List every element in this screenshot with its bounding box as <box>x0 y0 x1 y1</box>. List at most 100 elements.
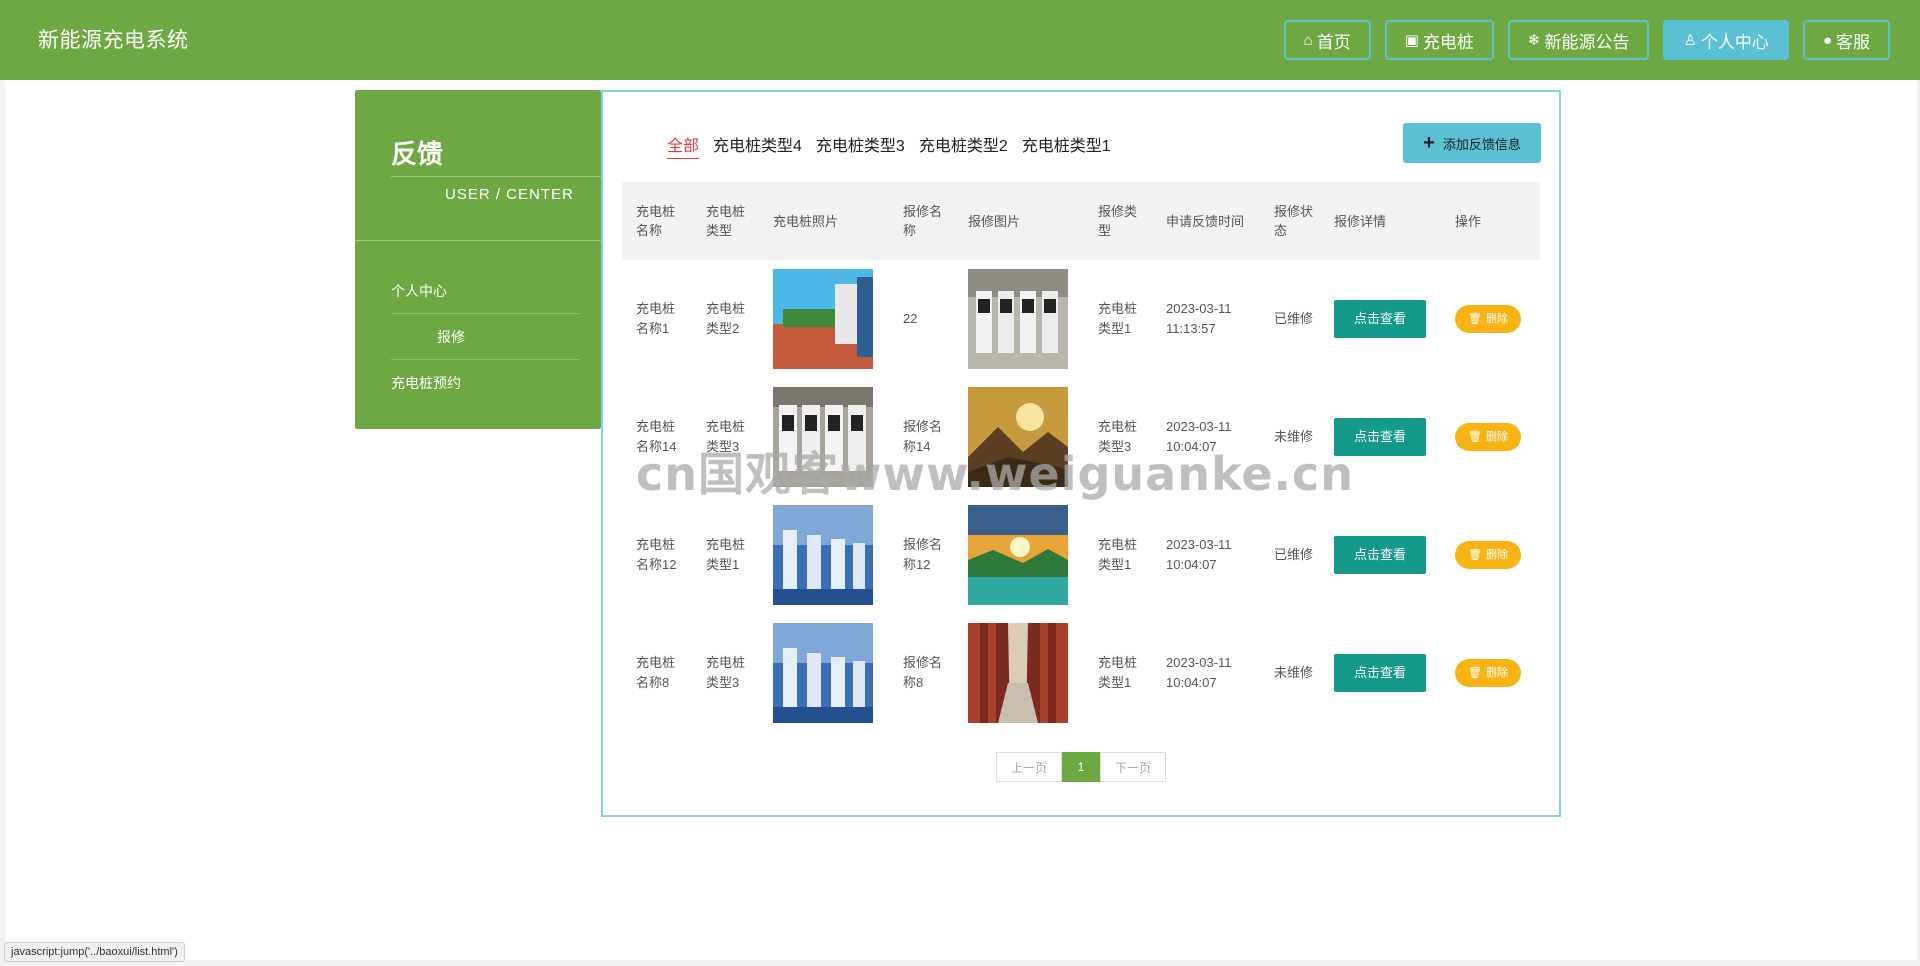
sidebar-title: 反馈 <box>391 139 444 169</box>
cell-pile-name: 充电桩名称14 <box>636 419 677 454</box>
current-page-button[interactable]: 1 <box>1062 752 1100 782</box>
cell-pile-photo <box>759 378 889 496</box>
column-header: 充电桩名称 <box>622 182 692 260</box>
delete-label: 删除 <box>1485 431 1508 443</box>
wechat-icon: ● <box>1822 31 1832 49</box>
nav-announcement-label: 新能源公告 <box>1544 32 1630 52</box>
nav-home-label: 首页 <box>1316 32 1351 52</box>
cell-time: 2023-03-11 10:04:07 <box>1166 537 1232 572</box>
nav-announcement-button[interactable]: ❄ 新能源公告 <box>1507 20 1650 60</box>
lake-sunrise-photo[interactable] <box>968 505 1068 605</box>
mountain-sunset-photo[interactable] <box>968 387 1068 487</box>
view-detail-button[interactable]: 点击查看 <box>1334 418 1426 456</box>
cell-repair-type: 充电桩类型3 <box>1098 419 1138 454</box>
plus-icon: + <box>1423 131 1435 154</box>
trash-icon: 🗑 <box>1468 667 1482 679</box>
column-header: 操作 <box>1441 182 1540 260</box>
nav-charging-pile-button[interactable]: ▣ 充电桩 <box>1384 20 1494 60</box>
cell-pile-type: 充电桩类型3 <box>706 655 746 690</box>
cell-status: 已维修 <box>1274 547 1314 562</box>
filter-tab-type4[interactable]: 充电桩类型4 <box>713 132 802 159</box>
sidebar-menu: 个人中心 报修 充电桩预约 <box>391 268 579 406</box>
cell-repair-image <box>954 614 1084 732</box>
cell-repair-name: 报修名称14 <box>903 419 943 454</box>
next-page-button[interactable]: 下一页 <box>1100 752 1166 782</box>
charging-station-outdoor-photo[interactable] <box>773 269 873 369</box>
column-header: 报修类型 <box>1084 182 1152 260</box>
nav-home-button[interactable]: ⌂ 首页 <box>1283 20 1371 60</box>
trash-icon: 🗑 <box>1468 549 1482 561</box>
charging-station-indoor-photo[interactable] <box>968 269 1068 369</box>
sidebar-item-reservation[interactable]: 充电桩预约 <box>391 360 579 406</box>
filter-tab-type3[interactable]: 充电桩类型3 <box>816 132 905 159</box>
trash-icon: 🗑 <box>1468 313 1482 325</box>
table-row: 充电桩名称1 充电桩类型2 22 充电桩类型1 2023-03-11 11:13… <box>622 260 1540 378</box>
pagination: 上一页 1 下一页 <box>996 752 1166 782</box>
brand-title[interactable]: 新能源充电系统 <box>38 24 189 54</box>
cell-detail: 点击查看 <box>1320 614 1441 732</box>
charging-station-indoor-photo[interactable] <box>773 387 873 487</box>
cell-detail: 点击查看 <box>1320 378 1441 496</box>
cell-pile-photo <box>759 614 889 732</box>
table-row: 充电桩名称12 充电桩类型1 报修名称12 充电桩类型1 2023-03-11 … <box>622 496 1540 614</box>
filter-tabs: 全部 充电桩类型4 充电桩类型3 充电桩类型2 充电桩类型1 <box>667 132 1111 159</box>
cell-detail: 点击查看 <box>1320 496 1441 614</box>
delete-button[interactable]: 🗑 删除 <box>1455 659 1521 687</box>
column-header: 申请反馈时间 <box>1152 182 1260 260</box>
main-nav: ⌂ 首页 ▣ 充电桩 ❄ 新能源公告 ♙ 个人中心 ● 客服 <box>1283 20 1890 60</box>
user-icon: ♙ <box>1683 32 1697 49</box>
cell-time: 2023-03-11 10:04:07 <box>1166 419 1232 454</box>
delete-label: 删除 <box>1485 667 1508 679</box>
view-detail-button[interactable]: 点击查看 <box>1334 536 1426 574</box>
cell-pile-type: 充电桩类型3 <box>706 419 746 454</box>
view-detail-button[interactable]: 点击查看 <box>1334 654 1426 692</box>
sidebar: 反馈 USER / CENTER 个人中心 报修 充电桩预约 <box>355 90 601 429</box>
cell-repair-name: 报修名称8 <box>903 655 943 690</box>
add-feedback-label: 添加反馈信息 <box>1442 136 1521 152</box>
column-header: 报修名称 <box>889 182 954 260</box>
red-corridor-photo[interactable] <box>968 623 1068 723</box>
home-icon: ⌂ <box>1303 31 1313 49</box>
sidebar-subtitle: USER / CENTER <box>445 186 574 203</box>
sidebar-item-user-center[interactable]: 个人中心 <box>391 268 579 314</box>
browser-status-bar: javascript:jump('../baoxui/list.html') <box>4 942 185 962</box>
cell-time: 2023-03-11 10:04:07 <box>1166 655 1232 690</box>
cell-pile-photo <box>759 496 889 614</box>
sidebar-item-repair[interactable]: 报修 <box>391 314 579 360</box>
cell-action: 🗑 删除 <box>1441 378 1540 496</box>
column-header: 充电桩照片 <box>759 182 889 260</box>
cell-status: 未维修 <box>1274 665 1314 680</box>
top-navbar: 新能源充电系统 ⌂ 首页 ▣ 充电桩 ❄ 新能源公告 ♙ 个人中心 ● 客服 <box>0 0 1920 80</box>
add-feedback-button[interactable]: + 添加反馈信息 <box>1403 123 1541 163</box>
cell-status: 未维修 <box>1274 429 1314 444</box>
delete-button[interactable]: 🗑 删除 <box>1455 423 1521 451</box>
view-detail-button[interactable]: 点击查看 <box>1334 300 1426 338</box>
nav-user-center-label: 个人中心 <box>1700 32 1769 52</box>
cell-time: 2023-03-11 11:13:57 <box>1166 301 1232 336</box>
filter-tab-all[interactable]: 全部 <box>667 132 700 159</box>
cell-pile-type: 充电桩类型1 <box>706 537 746 572</box>
nav-customer-service-label: 客服 <box>1836 32 1870 52</box>
cell-status: 已维修 <box>1274 311 1314 326</box>
cell-pile-name: 充电桩名称12 <box>636 537 677 572</box>
cell-repair-name: 22 <box>903 311 918 326</box>
delete-label: 删除 <box>1485 549 1508 561</box>
cell-repair-type: 充电桩类型1 <box>1098 301 1138 336</box>
delete-button[interactable]: 🗑 删除 <box>1455 305 1521 333</box>
cell-action: 🗑 删除 <box>1441 260 1540 378</box>
column-header: 充电桩类型 <box>692 182 759 260</box>
blue-charging-posts-photo[interactable] <box>773 505 873 605</box>
delete-button[interactable]: 🗑 删除 <box>1455 541 1521 569</box>
column-header: 报修状态 <box>1260 182 1320 260</box>
snowflake-icon: ❄ <box>1527 32 1541 49</box>
blue-charging-posts-photo[interactable] <box>773 623 873 723</box>
prev-page-button[interactable]: 上一页 <box>996 752 1062 782</box>
cell-pile-name: 充电桩名称8 <box>636 655 676 690</box>
column-header: 报修图片 <box>954 182 1084 260</box>
nav-customer-service-button[interactable]: ● 客服 <box>1802 20 1890 60</box>
filter-tab-type2[interactable]: 充电桩类型2 <box>919 132 1008 159</box>
filter-tab-type1[interactable]: 充电桩类型1 <box>1022 132 1111 159</box>
table-row: 充电桩名称14 充电桩类型3 报修名称14 充电桩类型3 2023-03-11 … <box>622 378 1540 496</box>
nav-user-center-button[interactable]: ♙ 个人中心 <box>1663 20 1789 60</box>
gift-icon: ▣ <box>1404 32 1419 49</box>
